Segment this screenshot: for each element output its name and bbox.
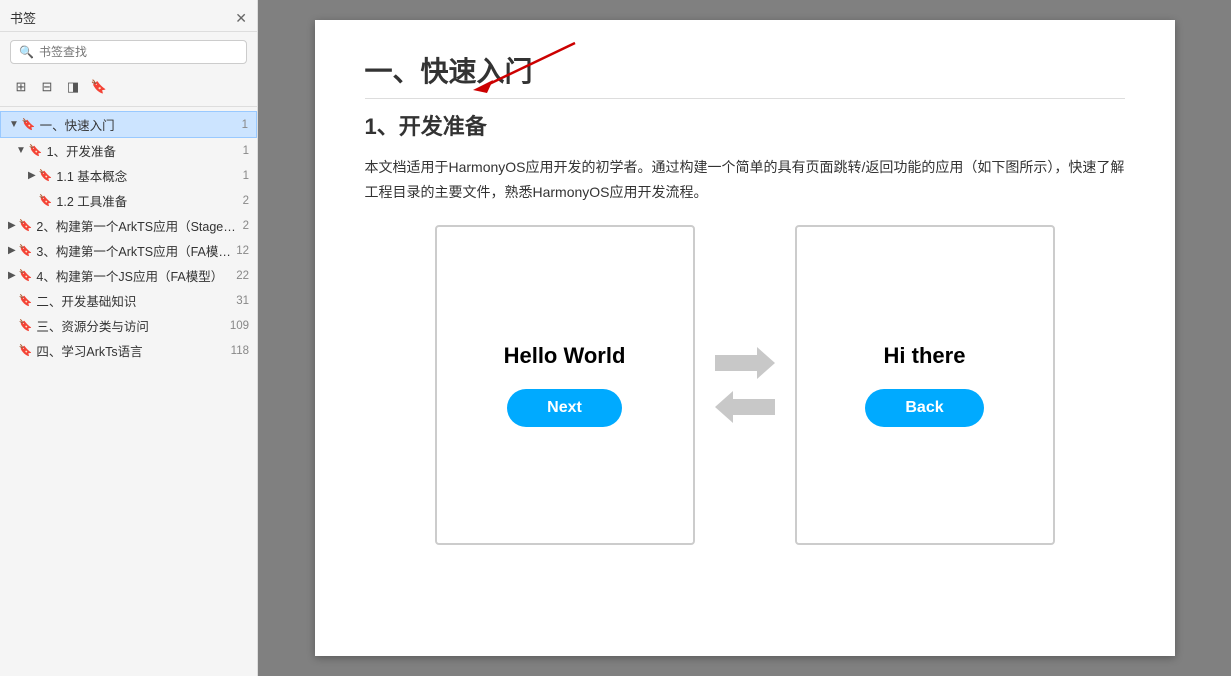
add-bookmark-button[interactable]: 🔖 [88, 76, 110, 98]
bookmark-toolbar: ⊞ ⊟ ◨ 🔖 [0, 72, 257, 107]
bookmark-label-1: 一、快速入门 [40, 115, 238, 134]
bookmark-item-1-1[interactable]: ▼ 🔖 1、开发准备 1 [0, 138, 257, 163]
bookmark-page-2: 2 [243, 220, 249, 232]
navigation-arrows [715, 347, 775, 423]
expand-icon-1: ▼ [9, 119, 19, 130]
bookmark-label-4: 4、构建第一个JS应用（FA模型） [36, 266, 232, 285]
bookmark-page-5: 31 [236, 295, 249, 307]
expand-icon-1-1: ▼ [16, 145, 26, 156]
bookmark-page-1: 1 [242, 119, 248, 131]
bookmark-icon-6: 🔖 [19, 319, 33, 332]
red-arrow-annotation [455, 38, 595, 98]
bookmark-icon-5: 🔖 [19, 294, 33, 307]
bookmark-label-1-1-1: 1.1 基本概念 [56, 166, 238, 185]
phone-mockup-1: Hello World Next [435, 225, 695, 545]
bookmark-page-6: 109 [230, 320, 249, 332]
bookmark-item-6[interactable]: ▶ 🔖 三、资源分类与访问 109 [0, 313, 257, 338]
right-arrow-icon [715, 347, 775, 379]
bookmark-label-7: 四、学习ArkTs语言 [36, 341, 226, 360]
bookmark-page-1-1: 1 [243, 145, 249, 157]
bookmark-page-1-1-1: 1 [243, 170, 249, 182]
collapse-all-button[interactable]: ⊟ [36, 76, 58, 98]
page-prev-button[interactable]: ◨ [62, 76, 84, 98]
sidebar-header: 书签 ✕ [0, 0, 257, 32]
bookmark-item-4[interactable]: ▶ 🔖 4、构建第一个JS应用（FA模型） 22 [0, 263, 257, 288]
bookmark-item-3[interactable]: ▶ 🔖 3、构建第一个ArkTS应用（FA模型） 12 [0, 238, 257, 263]
bookmark-icon-1-1-1: 🔖 [39, 169, 53, 182]
expand-icon-2: ▶ [8, 220, 16, 231]
search-input[interactable] [39, 45, 238, 59]
bookmark-icon-1-1: 🔖 [29, 144, 43, 157]
bookmark-page-3: 12 [236, 245, 249, 257]
bookmark-page-7: 118 [231, 345, 249, 357]
main-content: 一、快速入门 1、开发准备 本文档适用于HarmonyOS应用开发的初学者。通过… [258, 0, 1231, 676]
bookmark-item-7[interactable]: ▶ 🔖 四、学习ArkTs语言 118 [0, 338, 257, 363]
bookmark-icon-1: 🔖 [22, 118, 36, 131]
bookmark-label-5: 二、开发基础知识 [36, 291, 232, 310]
bookmark-icon-2: 🔖 [19, 219, 33, 232]
sidebar: 书签 ✕ 🔍 ⊞ ⊟ ◨ 🔖 ▼ 🔖 一、快速入门 1 ▼ 🔖 1、开发准备 1… [0, 0, 258, 676]
search-box: 🔍 [10, 40, 247, 64]
bookmark-label-3: 3、构建第一个ArkTS应用（FA模型） [36, 241, 232, 260]
demo-container: Hello World Next Hi there Back [365, 225, 1125, 545]
sidebar-title: 书签 [10, 8, 36, 27]
next-button[interactable]: Next [507, 389, 622, 427]
bookmark-icon-1-1-2: 🔖 [39, 194, 53, 207]
page-document: 一、快速入门 1、开发准备 本文档适用于HarmonyOS应用开发的初学者。通过… [315, 20, 1175, 656]
bookmark-item-1-1-2[interactable]: ▶ 🔖 1.2 工具准备 2 [0, 188, 257, 213]
bookmark-item-1-1-1[interactable]: ▶ 🔖 1.1 基本概念 1 [0, 163, 257, 188]
bookmark-icon-4: 🔖 [19, 269, 33, 282]
phone-mockup-2: Hi there Back [795, 225, 1055, 545]
bookmark-item-5[interactable]: ▶ 🔖 二、开发基础知识 31 [0, 288, 257, 313]
bookmark-label-6: 三、资源分类与访问 [36, 316, 225, 335]
bookmark-item-2[interactable]: ▶ 🔖 2、构建第一个ArkTS应用（Stage模型） 2 [0, 213, 257, 238]
sub-title: 1、开发准备 [365, 109, 1125, 141]
expand-icon-1-1-1: ▶ [28, 170, 36, 181]
bookmark-icon-7: 🔖 [19, 344, 33, 357]
expand-icon-3: ▶ [8, 245, 16, 256]
bookmark-label-2: 2、构建第一个ArkTS应用（Stage模型） [36, 216, 238, 235]
left-arrow-icon [715, 391, 775, 423]
bookmark-item-1[interactable]: ▼ 🔖 一、快速入门 1 [0, 111, 257, 138]
bookmark-page-4: 22 [236, 270, 249, 282]
phone2-title: Hi there [884, 343, 966, 369]
bookmark-list: ▼ 🔖 一、快速入门 1 ▼ 🔖 1、开发准备 1 ▶ 🔖 1.1 基本概念 1… [0, 107, 257, 676]
description-text: 本文档适用于HarmonyOS应用开发的初学者。通过构建一个简单的具有页面跳转/… [365, 155, 1125, 205]
search-icon: 🔍 [19, 45, 34, 59]
sidebar-close-button[interactable]: ✕ [235, 11, 247, 25]
bookmark-page-1-1-2: 2 [243, 195, 249, 207]
phone1-title: Hello World [504, 343, 626, 369]
expand-icon-4: ▶ [8, 270, 16, 281]
bookmark-label-1-1-2: 1.2 工具准备 [56, 191, 238, 210]
back-button[interactable]: Back [865, 389, 983, 427]
bookmark-icon-3: 🔖 [19, 244, 33, 257]
bookmark-label-1-1: 1、开发准备 [47, 141, 239, 160]
expand-all-button[interactable]: ⊞ [10, 76, 32, 98]
